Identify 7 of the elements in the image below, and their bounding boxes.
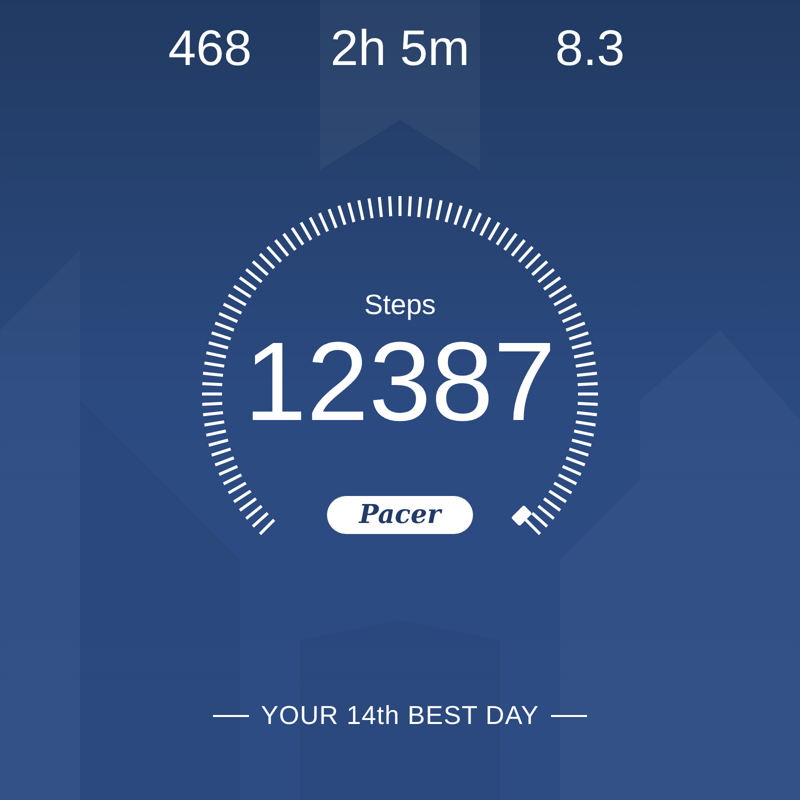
steps-count: 12387 [244, 322, 556, 442]
steps-label: Steps [364, 288, 436, 322]
stat-value: 2h 5m [330, 19, 470, 78]
logo: Pacer [327, 496, 473, 534]
stat-value: 468 [168, 19, 252, 78]
stat-value: 8.3 [555, 19, 625, 78]
best-day-caption: YOUR 14th BEST DAY [260, 699, 540, 732]
